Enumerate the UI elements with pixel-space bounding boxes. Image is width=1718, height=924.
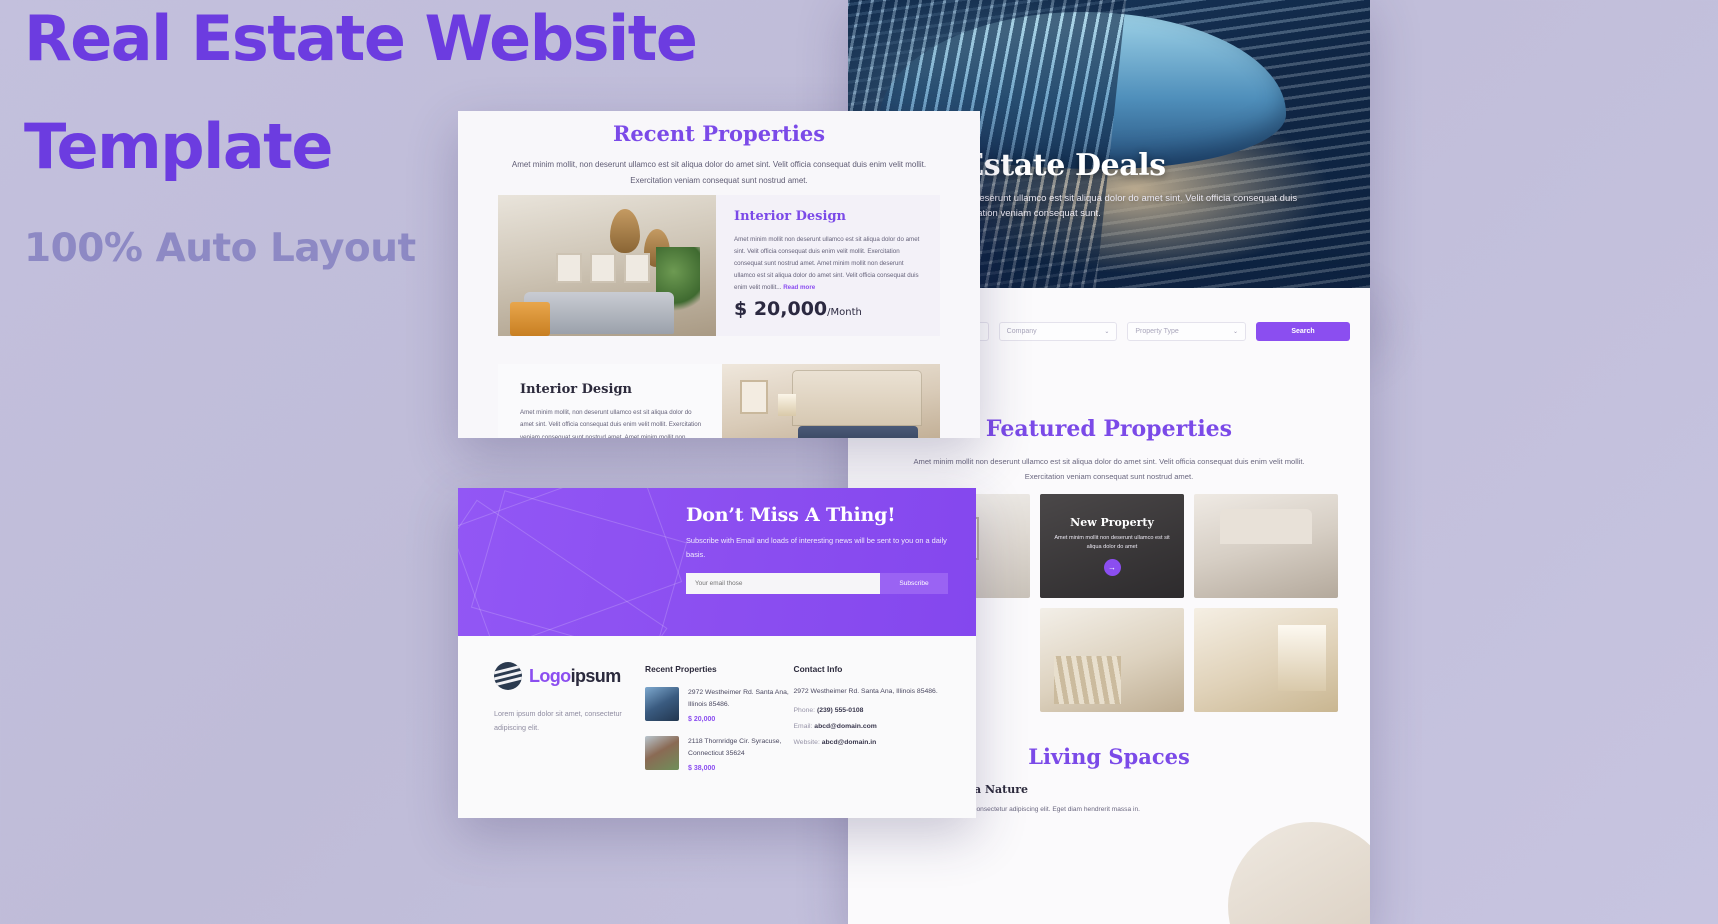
property-type-select-value: Property Type bbox=[1135, 328, 1179, 335]
footer-contact-address: 2972 Westheimer Rd. Santa Ana, Illinois … bbox=[793, 688, 938, 695]
recent-property-info: Interior Design Amet minim mollit non de… bbox=[716, 195, 940, 336]
property-type-select[interactable]: Property Type ⌄ bbox=[1127, 322, 1247, 341]
new-property-title: New Property bbox=[1070, 515, 1154, 529]
newsletter-section: Don’t Miss A Thing! Subscribe with Email… bbox=[458, 488, 976, 636]
logo-text-primary: Logo bbox=[529, 665, 571, 686]
headboard-shape bbox=[792, 370, 922, 426]
bedroom-photo bbox=[722, 364, 940, 438]
footer-website-label: Website: bbox=[793, 739, 820, 747]
price-period: /Month bbox=[827, 307, 862, 318]
newsletter-form: Subscribe bbox=[686, 573, 948, 595]
recent-property-title: Interior Design bbox=[520, 382, 632, 397]
wall-frame bbox=[556, 253, 582, 283]
property-thumbnail bbox=[645, 735, 680, 770]
newsletter-subtitle: Subscribe with Email and loads of intere… bbox=[686, 536, 947, 559]
wall-frame bbox=[624, 253, 650, 283]
subscribe-button[interactable]: Subscribe bbox=[880, 573, 948, 595]
footer-property-price: $ 20,000 bbox=[688, 715, 716, 723]
chevron-down-icon: ⌄ bbox=[1104, 329, 1110, 335]
page-title-line1: Real Estate Website bbox=[24, 2, 698, 75]
footer-website: Website: abcd@domain.in bbox=[794, 739, 942, 746]
footer-contact-heading: Contact Info bbox=[793, 664, 843, 674]
footer-email: Email: abcd@domain.com bbox=[794, 723, 942, 730]
arrow-right-icon[interactable]: → bbox=[1103, 559, 1121, 577]
recent-property-row: Interior Design Amet minim mollit non de… bbox=[498, 195, 940, 336]
logo-mark-icon bbox=[494, 662, 522, 690]
newsletter-title: Don’t Miss A Thing! bbox=[686, 504, 896, 526]
property-tile[interactable] bbox=[1194, 608, 1338, 712]
logo-text-secondary: ipsum bbox=[570, 665, 622, 686]
living-spaces-decor-circle bbox=[1228, 822, 1370, 924]
new-property-desc: Amet minim mollit non deserunt ullamco e… bbox=[1054, 534, 1170, 550]
logo-text: Logoipsum bbox=[529, 666, 621, 687]
email-input[interactable] bbox=[686, 573, 880, 595]
recent-property-description: Amet minim mollit, non deserunt ullamco … bbox=[520, 409, 702, 438]
recent-property-title: Interior Design bbox=[734, 209, 846, 224]
footer-website-value[interactable]: abcd@domain.in bbox=[822, 739, 877, 746]
recent-property-info: Interior Design Amet minim mollit, non d… bbox=[498, 364, 722, 438]
company-select[interactable]: Company ⌄ bbox=[998, 322, 1118, 341]
property-tile[interactable] bbox=[1040, 608, 1184, 712]
wall-frame bbox=[740, 380, 768, 414]
newsletter-footer-card: Don’t Miss A Thing! Subscribe with Email… bbox=[458, 488, 976, 818]
logo[interactable]: Logoipsum bbox=[494, 662, 645, 690]
table-lamp-icon bbox=[778, 394, 796, 416]
footer-brand: Logoipsum Lorem ipsum dolor sit amet, co… bbox=[494, 662, 645, 772]
footer-recent-properties: Recent Properties 2972 Westheimer Rd. Sa… bbox=[645, 662, 793, 772]
ottoman-shape bbox=[510, 302, 550, 336]
footer-property-address: 2972 Westheimer Rd. Santa Ana, Illinois … bbox=[688, 689, 789, 708]
footer-phone-value[interactable]: (239) 555-0108 bbox=[817, 707, 863, 714]
footer-email-label: Email: bbox=[793, 723, 813, 731]
recent-property-price: $ 20,000/Month bbox=[734, 298, 922, 320]
footer-property-text: 2972 Westheimer Rd. Santa Ana, Illinois … bbox=[688, 687, 793, 723]
footer-recent-heading: Recent Properties bbox=[645, 664, 717, 674]
property-thumbnail bbox=[645, 687, 680, 721]
read-more-link[interactable]: Read more bbox=[783, 284, 815, 291]
featured-properties-description: Amet minim mollit non deserunt ullamco e… bbox=[913, 457, 1305, 482]
property-tile-new-property[interactable]: New Property Amet minim mollit non deser… bbox=[1040, 494, 1184, 598]
footer-property-address: 2118 Thornridge Cir. Syracuse, Connectic… bbox=[688, 737, 782, 757]
footer-phone-label: Phone: bbox=[793, 707, 816, 715]
footer-property-text: 2118 Thornridge Cir. Syracuse, Connectic… bbox=[688, 736, 793, 772]
footer-property-item[interactable]: 2118 Thornridge Cir. Syracuse, Connectic… bbox=[645, 735, 793, 772]
footer: Logoipsum Lorem ipsum dolor sit amet, co… bbox=[458, 636, 976, 772]
recent-properties-card: Recent Properties Amet minim mollit, non… bbox=[458, 111, 980, 438]
pendant-lamp-icon bbox=[610, 209, 640, 253]
recent-properties-description: Amet minim mollit, non deserunt ullamco … bbox=[511, 160, 927, 185]
recent-property-description: Amet minim mollit non deserunt ullamco e… bbox=[734, 234, 922, 294]
recent-property-description-text: Amet minim mollit non deserunt ullamco e… bbox=[734, 236, 920, 292]
pillows-shape bbox=[798, 426, 918, 438]
footer-tagline: Lorem ipsum dolor sit amet, consectetur … bbox=[494, 709, 622, 733]
price-value: $ 20,000 bbox=[734, 298, 828, 320]
newsletter-text-block: Don’t Miss A Thing! Subscribe with Email… bbox=[686, 504, 948, 595]
recent-properties-title: Recent Properties bbox=[612, 121, 826, 146]
property-tile[interactable] bbox=[1194, 494, 1338, 598]
chevron-down-icon: ⌄ bbox=[1232, 329, 1239, 335]
footer-contact-info: Contact Info 2972 Westheimer Rd. Santa A… bbox=[794, 662, 942, 772]
company-select-value: Company bbox=[1006, 328, 1037, 335]
footer-property-item[interactable]: 2972 Westheimer Rd. Santa Ana, Illinois … bbox=[645, 687, 793, 723]
footer-email-value[interactable]: abcd@domain.com bbox=[814, 723, 877, 730]
recent-property-row: Interior Design Amet minim mollit, non d… bbox=[498, 364, 940, 438]
search-button[interactable]: Search bbox=[1256, 322, 1351, 341]
living-room-photo bbox=[498, 195, 716, 336]
wall-frame bbox=[590, 253, 616, 283]
footer-phone: Phone: (239) 555-0108 bbox=[794, 707, 942, 714]
footer-property-price: $ 38,000 bbox=[688, 764, 716, 772]
new-property-overlay: New Property Amet minim mollit non deser… bbox=[1040, 494, 1184, 598]
